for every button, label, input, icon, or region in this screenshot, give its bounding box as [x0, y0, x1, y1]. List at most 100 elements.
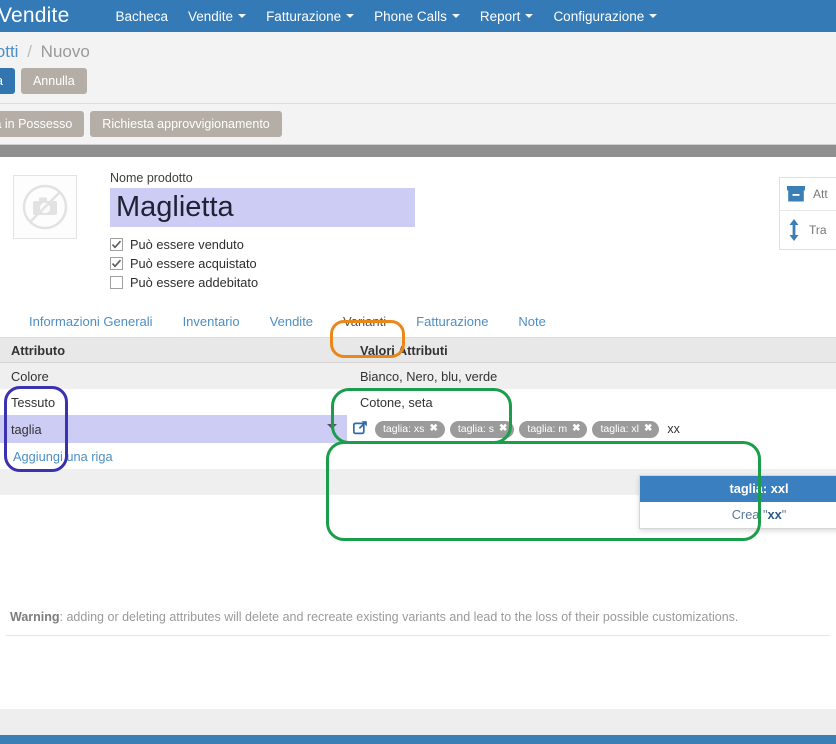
tab-label: Note: [518, 314, 546, 329]
action-bar: iorna Qtà in Possesso Richiesta approvvi…: [0, 104, 836, 145]
breadcrumb: lotti / Nuovo: [0, 40, 836, 68]
nav-links: Bacheca Vendite Fatturazione Phone Calls…: [105, 9, 667, 24]
tab-inventario[interactable]: Inventario: [168, 308, 255, 337]
nav-item-report[interactable]: Report: [470, 9, 544, 24]
tag-chip[interactable]: taglia: m ✖: [519, 420, 588, 438]
product-fields: Nome prodotto Può essere venduto: [110, 171, 828, 292]
replenishment-request-button[interactable]: Richiesta approvvigionamento: [90, 111, 282, 137]
checkbox-addebitato[interactable]: [110, 276, 123, 289]
cell-attribute: Colore: [11, 368, 49, 384]
nav-item-label: Fatturazione: [266, 8, 342, 24]
cancel-button[interactable]: Annulla: [20, 68, 87, 94]
dropdown-option-quote-close: ": [781, 507, 787, 522]
check-icon: [111, 240, 122, 249]
chevron-down-icon: [649, 14, 658, 18]
side-button-label: Tra: [809, 223, 827, 237]
checkbox-row-addebitato[interactable]: Può essere addebitato: [110, 273, 828, 292]
dropdown-option-prefix: Crea: [731, 507, 763, 522]
tag-remove-icon[interactable]: ✖: [572, 423, 580, 434]
checkbox-venduto[interactable]: [110, 238, 123, 251]
cell-attribute: Tessuto: [11, 394, 56, 410]
transfers-button[interactable]: Tra: [780, 210, 836, 249]
box-icon: [787, 186, 805, 202]
bottom-grey-strip: [0, 709, 836, 735]
checkbox-row-venduto[interactable]: Può essere venduto: [110, 235, 828, 254]
grey-divider-bar: [0, 145, 836, 157]
tag-autocomplete-dropdown: taglia: xxl Crea "xx": [639, 475, 836, 529]
tab-vendite[interactable]: Vendite: [255, 308, 328, 337]
attribute-values-tag-editor[interactable]: taglia: xs ✖ taglia: s ✖ taglia: m ✖ tag…: [347, 415, 836, 443]
nav-item-label: Configurazione: [553, 8, 645, 24]
warning-body: : adding or deleting attributes will del…: [59, 610, 739, 624]
product-image-placeholder[interactable]: [13, 175, 77, 239]
tab-bar: Informazioni Generali Inventario Vendite…: [0, 307, 836, 338]
nav-item-label: Phone Calls: [374, 8, 447, 24]
checkbox-label: Può essere venduto: [130, 237, 244, 252]
tab-label: Fatturazione: [416, 314, 489, 329]
cell-attribute: taglia: [11, 421, 42, 437]
dropdown-option-taglia-xxl[interactable]: taglia: xxl: [640, 476, 836, 502]
no-camera-icon: [22, 184, 68, 230]
checkbox-acquistato[interactable]: [110, 257, 123, 270]
tab-label: Inventario: [182, 314, 240, 329]
checkbox-row-acquistato[interactable]: Può essere acquistato: [110, 254, 828, 273]
nav-item-configurazione[interactable]: Configurazione: [543, 9, 667, 24]
side-button-group: Att Tra: [779, 177, 836, 250]
product-name-input[interactable]: [110, 188, 415, 227]
tab-label: Informazioni Generali: [29, 314, 153, 329]
nav-item-label: Vendite: [188, 8, 234, 24]
table-row[interactable]: Colore Bianco, Nero, blu, verde: [0, 363, 836, 389]
tag-chip[interactable]: taglia: xl ✖: [592, 420, 660, 438]
attribute-select[interactable]: taglia: [0, 415, 347, 443]
tab-fatturazione[interactable]: Fatturazione: [401, 308, 503, 337]
update-quantity-button[interactable]: iorna Qtà in Possesso: [0, 111, 85, 137]
checkbox-label: Può essere acquistato: [130, 256, 257, 271]
checkbox-label: Può essere addebitato: [130, 275, 259, 290]
tag-chip-label: taglia: xl: [600, 422, 640, 435]
nav-item-vendite[interactable]: Vendite: [178, 9, 256, 24]
warning-prefix: Warning: [10, 610, 60, 624]
warning-area: Warning: adding or deleting attributes w…: [0, 598, 836, 644]
tab-informazioni-generali[interactable]: Informazioni Generali: [14, 308, 168, 337]
dropdown-option-term: xx: [767, 507, 782, 522]
save-button[interactable]: a: [0, 68, 15, 94]
tab-note[interactable]: Note: [503, 308, 560, 337]
product-header: Nome prodotto Può essere venduto: [0, 171, 836, 292]
tab-varianti[interactable]: Varianti: [328, 308, 402, 337]
breadcrumb-parent[interactable]: lotti: [0, 42, 18, 61]
tag-remove-icon[interactable]: ✖: [499, 423, 507, 434]
tag-remove-icon[interactable]: ✖: [429, 423, 437, 434]
attachments-button[interactable]: Att: [780, 178, 836, 210]
column-header-valori: Valori Attributi: [360, 342, 448, 358]
table-row-active[interactable]: taglia taglia: xs ✖ taglia: s ✖ taglia: …: [0, 415, 836, 443]
product-form-sheet: Nome prodotto Può essere venduto: [0, 157, 836, 744]
tag-chip[interactable]: taglia: xs ✖: [375, 420, 445, 438]
chevron-down-icon: [525, 14, 534, 18]
tag-chip[interactable]: taglia: s ✖: [449, 420, 515, 438]
tab-label: Vendite: [269, 314, 314, 329]
add-row-link[interactable]: Aggiungi una riga: [0, 443, 836, 469]
tag-chip-label: taglia: xs: [383, 422, 425, 435]
breadcrumb-band: lotti / Nuovo a Annulla: [0, 32, 836, 104]
warning-message: Warning: adding or deleting attributes w…: [0, 598, 836, 635]
nav-item-bacheca[interactable]: Bacheca: [105, 9, 178, 24]
app-brand[interactable]: Vendite: [0, 4, 69, 28]
side-button-label: Att: [813, 187, 828, 201]
tag-chip-label: taglia: m: [527, 422, 568, 435]
table-row[interactable]: Tessuto Cotone, seta: [0, 389, 836, 415]
top-navbar: Vendite Bacheca Vendite Fatturazione Pho…: [0, 0, 836, 32]
check-icon: [111, 259, 122, 268]
product-name-label: Nome prodotto: [110, 171, 193, 185]
form-button-row: a Annulla: [0, 68, 836, 103]
chevron-down-icon: [327, 424, 337, 429]
nav-item-phone-calls[interactable]: Phone Calls: [364, 9, 470, 24]
dropdown-option-crea[interactable]: Crea "xx": [640, 502, 836, 528]
nav-item-label: Bacheca: [115, 8, 169, 24]
nav-item-fatturazione[interactable]: Fatturazione: [256, 9, 364, 24]
updown-arrow-icon: [789, 219, 799, 241]
cell-values: Cotone, seta: [360, 394, 433, 410]
tag-remove-icon[interactable]: ✖: [644, 423, 652, 434]
tag-search-input[interactable]: [664, 422, 735, 436]
external-link-icon[interactable]: [352, 420, 368, 438]
footer-blue-bar: [0, 735, 836, 744]
